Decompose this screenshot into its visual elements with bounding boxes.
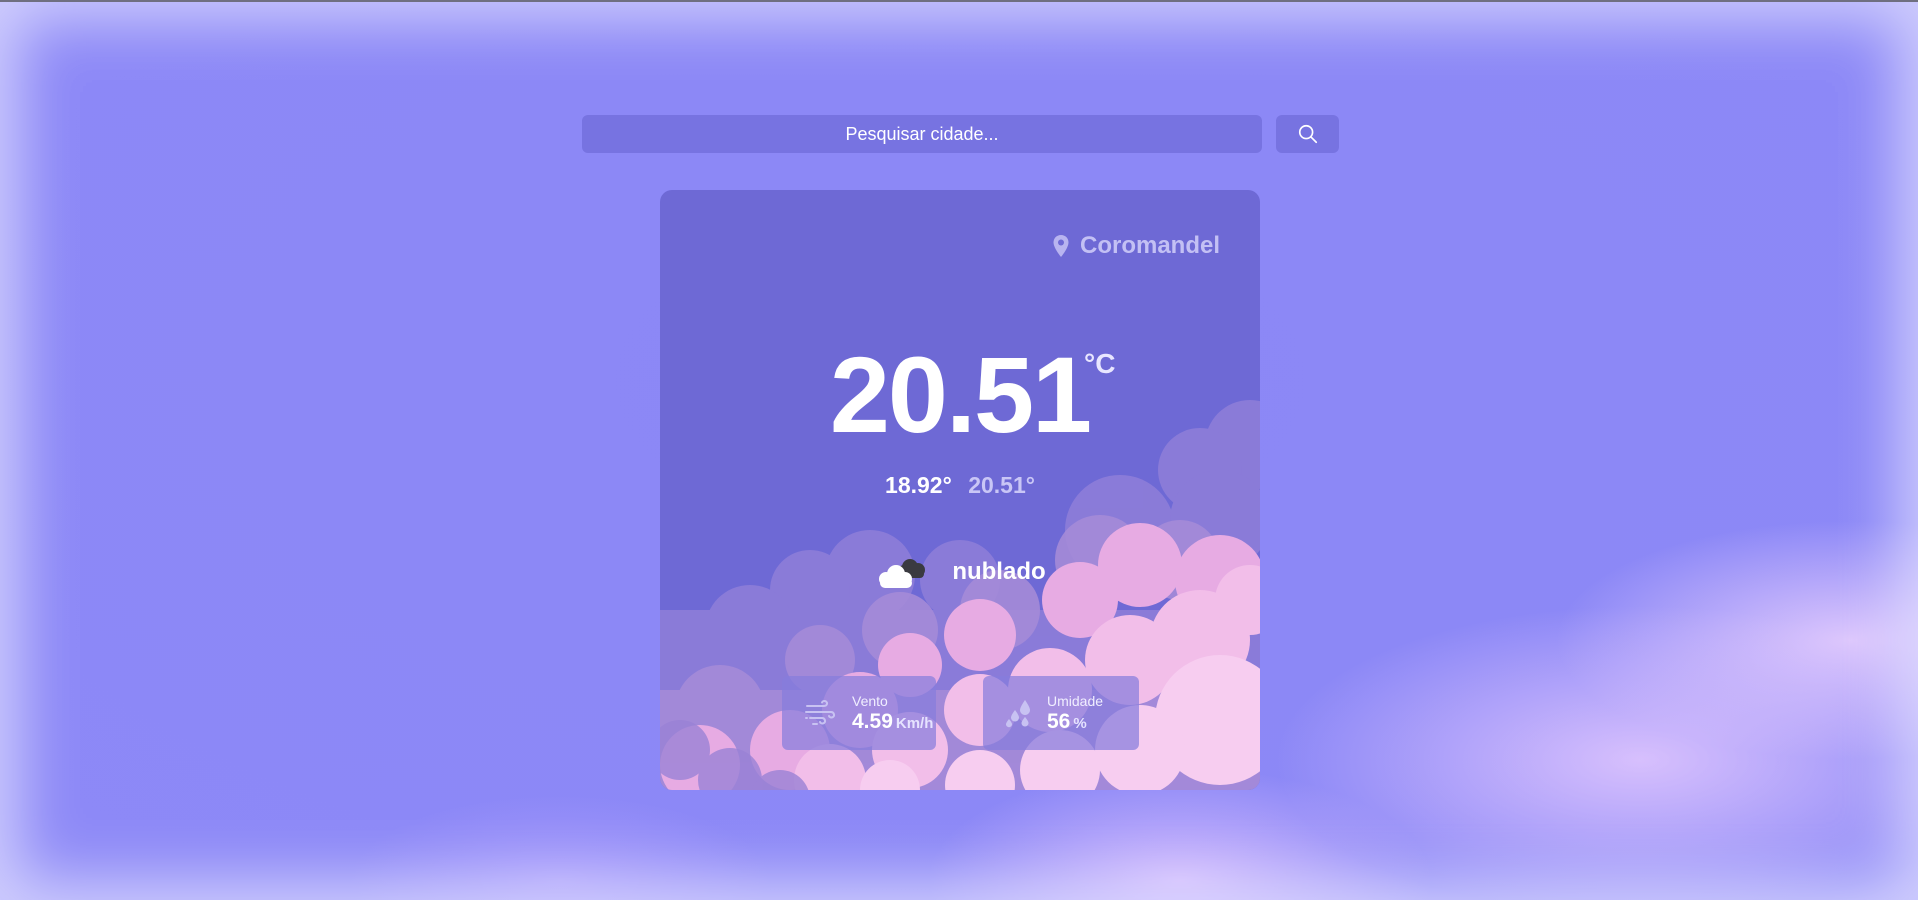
humidity-unit: %: [1073, 715, 1087, 732]
weather-card: Coromandel 20.51 °C 18.92° 20.51° nublad…: [660, 190, 1260, 790]
condition-label: nublado: [952, 558, 1046, 585]
wind-value: 4.59: [852, 710, 893, 733]
cloudy-icon: [874, 554, 930, 590]
wind-card: Vento 4.59 Km/h: [782, 676, 936, 750]
window-top-border: [0, 0, 1918, 2]
temperature-min: 18.92°: [885, 472, 952, 498]
location: Coromandel: [1052, 232, 1220, 260]
humidity-icon: [1005, 698, 1033, 728]
temperature-unit: °C: [1084, 348, 1116, 379]
weather-condition: nublado: [660, 554, 1260, 590]
map-pin-icon: [1052, 234, 1070, 258]
search-icon: [1298, 124, 1317, 144]
search-button[interactable]: [1276, 115, 1339, 153]
humidity-label: Umidade: [1047, 693, 1104, 709]
temperature-max: 20.51°: [968, 472, 1035, 498]
temperature-range: 18.92° 20.51°: [660, 472, 1260, 499]
humidity-value: 56: [1047, 710, 1071, 733]
wind-unit: Km/h: [895, 715, 934, 732]
temperature-value: 20.51: [829, 334, 1092, 455]
current-temperature: 20.51 °C: [660, 340, 1260, 450]
search-input[interactable]: [582, 115, 1262, 153]
city-name: Coromandel: [1079, 232, 1220, 259]
wind-icon: [804, 698, 838, 728]
wind-label: Vento: [852, 693, 888, 709]
humidity-card: Umidade 56%: [983, 676, 1139, 750]
